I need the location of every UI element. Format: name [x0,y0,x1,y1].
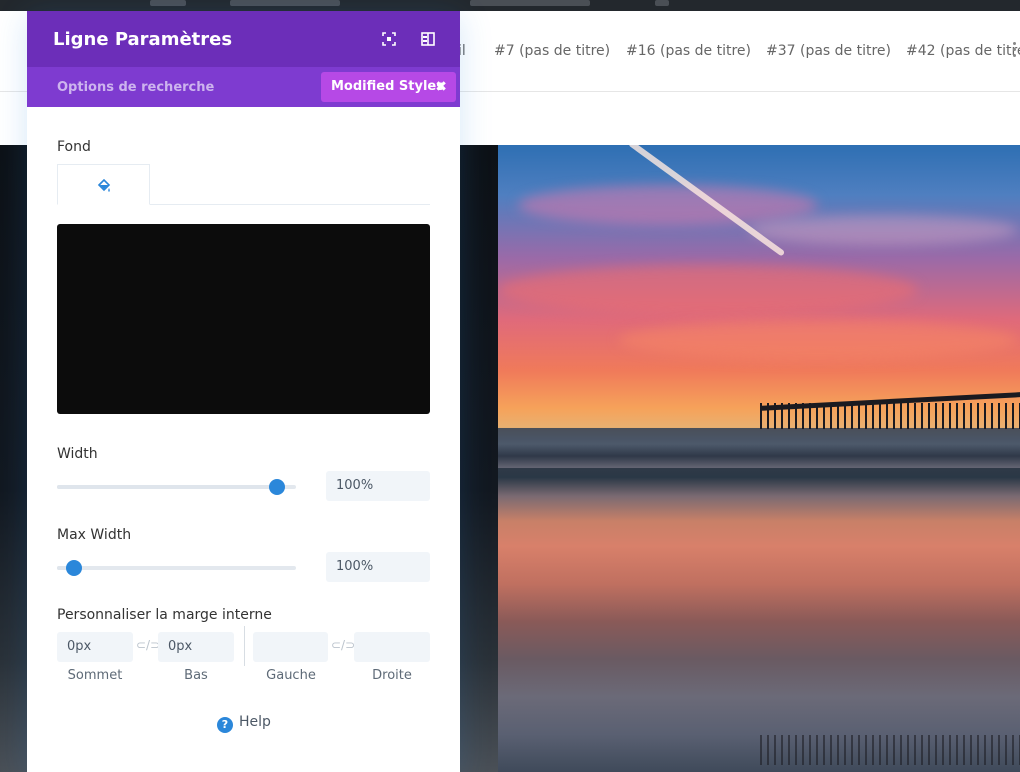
modal-title: Ligne Paramètres [53,29,233,50]
slider-handle[interactable] [65,560,82,576]
modal-subbar: Options de recherche Modified Styles ✖ [27,67,460,107]
admin-bar-item[interactable] [470,0,590,6]
padding-left-input[interactable] [253,632,328,662]
nav-item[interactable]: #7 (pas de titre) [494,43,610,59]
modified-styles-label: Modified Styles [331,79,444,94]
pier [760,389,1020,431]
pier-reflection [760,735,1020,765]
help-label: Help [239,714,271,730]
help-button[interactable]: ? Help [217,714,271,733]
nav-item[interactable]: #42 (pas de titre) [906,43,1020,59]
background-tabs [57,164,430,205]
max-width-label: Max Width [57,527,132,543]
width-label: Width [57,446,98,462]
more-menu-icon[interactable] [1013,41,1020,57]
max-width-slider[interactable] [57,557,296,579]
modal-header: Ligne Paramètres [27,11,460,67]
width-input[interactable]: 100% [326,471,430,501]
background-label: Fond [57,139,91,155]
modified-styles-filter[interactable]: Modified Styles ✖ [321,72,456,102]
close-icon[interactable]: ✖ [435,72,447,102]
help-icon: ? [217,717,233,733]
padding-bottom-input[interactable]: 0px [158,632,234,662]
divider [244,626,245,666]
padding-left-label: Gauche [266,668,316,683]
background-color-preview[interactable] [57,224,430,414]
admin-bar [0,0,1020,11]
padding-right-input[interactable] [354,632,430,662]
width-slider[interactable] [57,476,296,498]
fullscreen-icon[interactable] [382,32,396,46]
padding-label: Personnaliser la marge interne [57,607,272,623]
max-width-input[interactable]: 100% [326,552,430,582]
admin-bar-item[interactable] [655,0,669,6]
slider-handle[interactable] [268,479,285,495]
padding-bottom-label: Bas [184,668,208,683]
settings-modal: Ligne Paramètres Options de recherche Mo… [27,11,460,772]
admin-bar-item[interactable] [230,0,340,6]
link-icon[interactable]: ⊂/⊃ [331,638,355,652]
split-view-icon[interactable] [421,32,435,46]
padding-top-input[interactable]: 0px [57,632,133,662]
padding-right-label: Droite [372,668,412,683]
paint-bucket-icon [97,179,111,192]
search-options-button[interactable]: Options de recherche [57,80,214,95]
sunset-pier-photo [498,145,1020,772]
tab-background-color[interactable] [57,164,150,205]
padding-top-label: Sommet [67,668,123,683]
nav-item[interactable]: #16 (pas de titre) [626,43,751,59]
nav-item[interactable]: #37 (pas de titre) [766,43,891,59]
admin-bar-item[interactable] [150,0,186,6]
link-icon[interactable]: ⊂/⊃ [136,638,160,652]
